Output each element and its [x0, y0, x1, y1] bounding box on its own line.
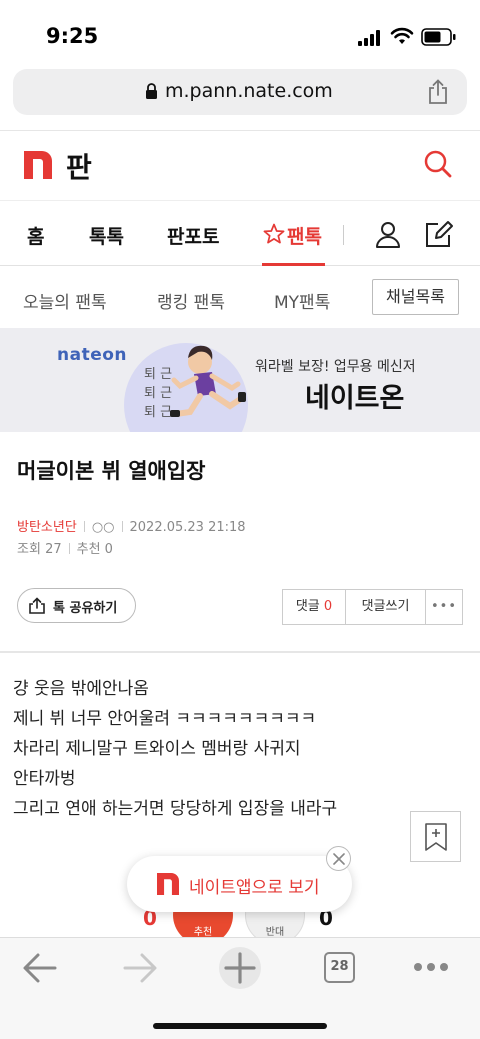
article-body-line: 제니 뷔 너무 안어울려 ㅋㅋㅋㅋㅋㅋㅋㅋㅋ [13, 709, 317, 729]
article-title: 머글이본 뷔 열애입장 [17, 459, 206, 483]
share-icon[interactable] [427, 79, 449, 105]
views-label: 조회 [17, 542, 41, 557]
site-header: 판 [0, 130, 480, 200]
close-app-banner-button[interactable] [326, 846, 351, 871]
article-body-line: 그리고 연애 하는거면 당당하게 입장을 내라구 [13, 799, 338, 819]
comments-button[interactable]: 댓글 0 [283, 590, 346, 624]
star-icon [263, 223, 285, 244]
channel-list-button[interactable]: 채널목록 [372, 279, 459, 315]
wifi-icon [390, 27, 414, 44]
meta-divider [121, 521, 123, 532]
nate-logo-icon [157, 873, 179, 895]
url-text: m.pann.nate.com [165, 80, 333, 102]
oppose-button-label: 반대 [265, 927, 285, 938]
main-nav: 홈 톡톡 판포토 팬톡 [0, 200, 480, 266]
article-stats: 조회 27 추천 0 [17, 538, 113, 557]
ad-banner[interactable]: nateon 퇴 근 퇴 근 퇴 근 워라벨 보장! 업무용 메신저 네이트온 [0, 328, 480, 432]
banner-tagline: 워라벨 보장! 업무용 메신저 [255, 359, 416, 375]
cellular-signal-icon [358, 30, 380, 46]
recommend-button-label: 추천 [193, 927, 213, 938]
nav-home[interactable]: 홈 [27, 222, 44, 249]
site-title[interactable]: 판 [66, 146, 92, 186]
views-count: 27 [45, 542, 62, 557]
comments-label: 댓글 [295, 599, 320, 614]
article-body-line: 안타까벙 [13, 769, 76, 789]
more-options-button[interactable]: ••• [426, 590, 462, 624]
subnav-today[interactable]: 오늘의 팬톡 [23, 288, 107, 313]
nav-divider [343, 225, 344, 245]
forward-arrow-icon[interactable] [122, 952, 158, 984]
banner-product-name: 네이트온 [305, 383, 405, 414]
back-arrow-icon[interactable] [22, 952, 58, 984]
open-in-app-banner[interactable]: 네이트앱으로 보기 [127, 856, 352, 912]
share-icon [29, 597, 45, 614]
status-time: 9:25 [46, 24, 99, 48]
bookmark-add-icon [425, 823, 447, 851]
banner-brand: nateon [57, 345, 128, 365]
share-talk-button[interactable]: 톡 공유하기 [17, 588, 136, 623]
recommend-label: 추천 [76, 542, 101, 557]
home-indicator [153, 1023, 327, 1029]
article-author-id: ○○ [91, 520, 115, 535]
article-body-line: 차라리 제니말구 트와이스 멤버랑 사귀지 [13, 739, 301, 759]
subnav-my[interactable]: MY팬톡 [274, 288, 330, 313]
article-body: 걍 웃음 밖에안나옴 제니 뷔 너무 안어울려 ㅋㅋㅋㅋㅋㅋㅋㅋㅋ 차라리 제니… [13, 676, 337, 826]
article-body-line: 걍 웃음 밖에안나옴 [13, 679, 149, 699]
open-in-app-text: 네이트앱으로 보기 [189, 878, 320, 898]
article-author[interactable]: 방탄소년단 [17, 520, 77, 535]
bookmark-button[interactable] [410, 811, 461, 862]
new-tab-icon[interactable] [218, 946, 262, 990]
article-datetime: 2022.05.23 21:18 [129, 520, 246, 535]
lock-icon [146, 83, 157, 99]
running-person-illustration [170, 345, 246, 417]
subnav-ranking[interactable]: 랭킹 팬톡 [157, 288, 225, 313]
search-icon[interactable] [423, 149, 453, 179]
user-icon[interactable] [374, 220, 402, 248]
article-meta: 방탄소년단 ○○ 2022.05.23 21:18 [17, 516, 246, 535]
sub-nav: 오늘의 팬톡 랭킹 팬톡 MY팬톡 채널목록 [0, 266, 480, 328]
close-icon [333, 853, 345, 865]
battery-icon [421, 28, 456, 46]
comment-actions: 댓글 0 댓글쓰기 ••• [282, 589, 463, 625]
status-bar: 9:25 [0, 0, 480, 68]
meta-divider [68, 543, 70, 554]
write-icon[interactable] [424, 220, 454, 248]
section-divider [0, 651, 480, 653]
more-icon[interactable] [413, 962, 449, 972]
nate-logo-icon[interactable] [24, 151, 52, 179]
tabs-button[interactable]: 28 [324, 952, 355, 983]
share-talk-label: 톡 공유하기 [53, 601, 118, 616]
recommend-count: 0 [104, 542, 113, 557]
nav-toktok[interactable]: 톡톡 [89, 222, 124, 249]
address-bar[interactable]: m.pann.nate.com [13, 69, 467, 115]
nav-fantalk[interactable]: 팬톡 [287, 222, 322, 249]
write-comment-button[interactable]: 댓글쓰기 [346, 590, 426, 624]
nav-panphoto[interactable]: 판포토 [167, 222, 219, 249]
comments-count: 0 [323, 599, 333, 614]
meta-divider [83, 521, 85, 532]
